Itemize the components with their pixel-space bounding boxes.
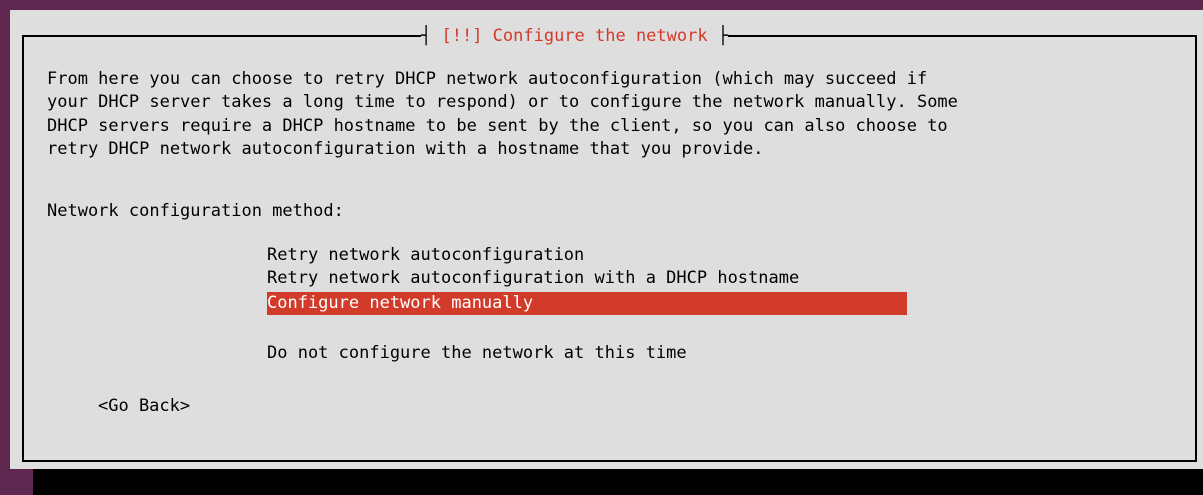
option-retry-autoconfig[interactable]: Retry network autoconfiguration: [267, 244, 584, 267]
network-config-dialog: ┤ [!!] Configure the network ├ From here…: [10, 10, 1203, 469]
title-left-bracket: ┤: [421, 26, 442, 46]
dialog-description: From here you can choose to retry DHCP n…: [47, 69, 958, 160]
option-configure-manually[interactable]: Configure network manually: [267, 292, 907, 315]
method-label: Network configuration method:: [47, 201, 344, 221]
go-back-button[interactable]: <Go Back>: [98, 395, 190, 418]
dialog-title-text: [!!] Configure the network: [441, 26, 708, 46]
option-retry-with-hostname[interactable]: Retry network autoconfiguration with a D…: [267, 267, 799, 290]
title-right-bracket: ├: [707, 26, 729, 46]
dialog-title: ┤ [!!] Configure the network ├: [421, 24, 729, 48]
option-do-not-configure[interactable]: Do not configure the network at this tim…: [267, 342, 687, 365]
